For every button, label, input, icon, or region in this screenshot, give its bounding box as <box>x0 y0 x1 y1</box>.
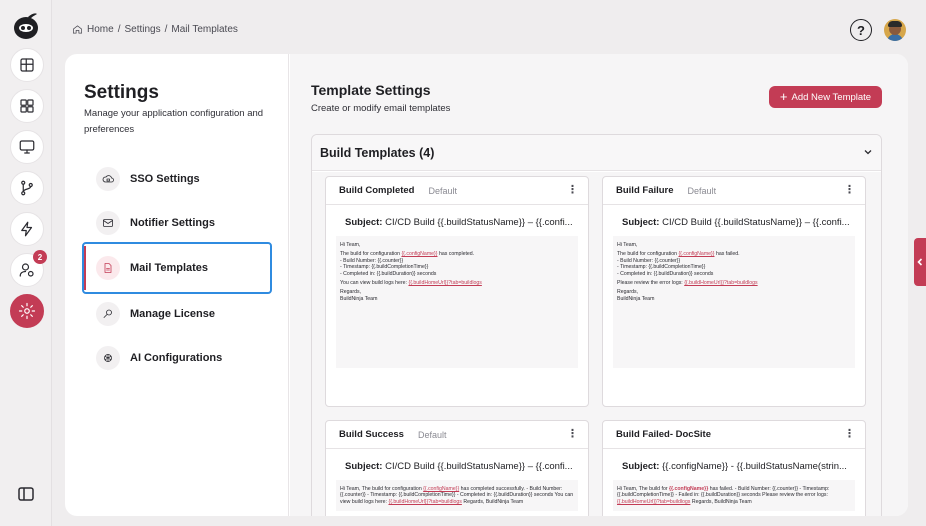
layout-panels-icon <box>20 58 34 72</box>
template-card-build-failed-docsite[interactable]: Build Failed- DocSite ⋮ Subject: {{.conf… <box>602 420 866 516</box>
nav-item-mail-templates[interactable]: Mail Templates <box>82 242 272 294</box>
template-subject: Subject: CI/CD Build {{.buildStatusName}… <box>345 217 573 228</box>
user-avatar[interactable] <box>884 19 906 41</box>
rail-users-button[interactable]: 2 <box>10 250 47 287</box>
default-tag: Default <box>428 185 458 196</box>
mail-icon <box>96 211 120 235</box>
nav-item-label: Notifier Settings <box>130 217 215 229</box>
template-card-build-success[interactable]: Build Success Default ⋮ Subject: CI/CD B… <box>325 420 589 516</box>
breadcrumb: Home / Settings / Mail Templates <box>72 24 238 35</box>
avatar-body <box>887 34 903 41</box>
document-icon <box>96 256 120 280</box>
nav-item-sso-settings[interactable]: SSO Settings <box>84 161 270 197</box>
key-icon <box>96 302 120 326</box>
default-tag: Default <box>417 429 447 440</box>
template-name: Build Success <box>339 429 404 440</box>
template-card-build-completed[interactable]: Build Completed Default ⋮ Subject: CI/CD… <box>325 176 589 407</box>
home-icon <box>73 25 82 34</box>
breadcrumb-settings[interactable]: Settings <box>124 24 160 35</box>
add-new-template-label: Add New Template <box>791 91 872 103</box>
monitor-icon <box>19 140 35 154</box>
nav-item-label: Manage License <box>130 308 215 320</box>
template-preview: Hi Team, The build for configuration {{.… <box>336 480 578 512</box>
page-description: Manage your application configuration an… <box>84 108 264 135</box>
avatar-hair <box>888 21 902 27</box>
rail-layout-button[interactable] <box>10 48 44 82</box>
more-options-icon[interactable]: ⋮ <box>844 184 855 196</box>
section-title: Template Settings <box>311 82 431 98</box>
plus-icon: + <box>779 89 788 104</box>
nav-item-label: SSO Settings <box>130 173 200 185</box>
breadcrumb-current: Mail Templates <box>171 24 238 35</box>
template-preview: Hi Team, The build for configuration {{.… <box>613 236 855 368</box>
git-branch-icon <box>21 180 33 196</box>
template-name: Build Failed- DocSite <box>616 429 712 440</box>
section-subtitle: Create or modify email templates <box>311 103 451 114</box>
page-title: Settings <box>84 82 159 103</box>
template-preview: Hi Team, The build for configuration {{.… <box>336 236 578 368</box>
rail-vcs-button[interactable] <box>10 171 44 205</box>
openai-icon <box>96 346 120 370</box>
default-tag: Default <box>687 185 717 196</box>
breadcrumb-home[interactable]: Home <box>87 24 114 35</box>
notification-badge: 2 <box>33 250 47 264</box>
chevron-left-icon <box>917 258 923 266</box>
nav-item-manage-license[interactable]: Manage License <box>84 296 270 332</box>
template-card-build-failure[interactable]: Build Failure Default ⋮ Subject: CI/CD B… <box>602 176 866 407</box>
rail-agents-button[interactable] <box>10 130 44 164</box>
template-card-header: Build Failure Default ⋮ <box>603 177 865 205</box>
build-templates-accordion: Build Templates (4) Build Completed Defa… <box>311 134 882 516</box>
more-options-icon[interactable]: ⋮ <box>567 184 578 196</box>
lightning-icon <box>21 221 33 237</box>
template-name: Build Completed <box>339 185 415 196</box>
gear-icon <box>18 302 36 320</box>
template-subject: Subject: CI/CD Build {{.buildStatusName}… <box>345 461 573 472</box>
template-name: Build Failure <box>616 185 674 196</box>
template-subject: Subject: CI/CD Build {{.buildStatusName}… <box>622 217 850 228</box>
template-subject: Subject: {{.configName}} - {{.buildStatu… <box>622 461 847 472</box>
template-card-header: Build Success Default ⋮ <box>326 421 588 449</box>
settings-nav-pane: Settings Manage your application configu… <box>65 54 289 516</box>
user-settings-icon <box>19 263 34 277</box>
nav-item-notifier-settings[interactable]: Notifier Settings <box>84 205 270 241</box>
rail-settings-button[interactable] <box>10 294 44 328</box>
help-circle-icon: ? <box>857 22 865 38</box>
more-options-icon[interactable]: ⋮ <box>844 428 855 440</box>
nav-item-label: AI Configurations <box>130 352 223 364</box>
more-options-icon[interactable]: ⋮ <box>567 428 578 440</box>
help-button[interactable]: ? <box>850 19 872 41</box>
template-card-header: Build Completed Default ⋮ <box>326 177 588 205</box>
accordion-header[interactable]: Build Templates (4) <box>312 135 881 171</box>
template-settings-panel: Template Settings Create or modify email… <box>290 54 908 516</box>
template-card-header: Build Failed- DocSite ⋮ <box>603 421 865 449</box>
chevron-down-icon[interactable] <box>863 147 873 157</box>
sidebar-collapse-icon[interactable] <box>18 487 34 501</box>
nav-item-label: Mail Templates <box>130 262 209 274</box>
breadcrumb-separator: / <box>164 24 168 35</box>
app-logo-icon[interactable] <box>12 10 40 40</box>
rail-dashboard-button[interactable] <box>10 89 44 123</box>
grid-icon <box>20 99 34 113</box>
template-grid: Build Completed Default ⋮ Subject: CI/CD… <box>312 172 881 516</box>
breadcrumb-separator: / <box>117 24 121 35</box>
left-rail: 2 <box>0 0 52 526</box>
accordion-title: Build Templates (4) <box>320 145 435 160</box>
template-preview: Hi Team, The build for {{.configName}} h… <box>613 480 855 512</box>
add-new-template-button[interactable]: + Add New Template <box>769 86 882 108</box>
side-panel-toggle[interactable] <box>914 238 926 286</box>
nav-item-ai-configurations[interactable]: AI Configurations <box>84 340 270 376</box>
cloud-lock-icon <box>96 167 120 191</box>
rail-triggers-button[interactable] <box>10 212 44 246</box>
settings-card: Settings Manage your application configu… <box>65 54 908 516</box>
